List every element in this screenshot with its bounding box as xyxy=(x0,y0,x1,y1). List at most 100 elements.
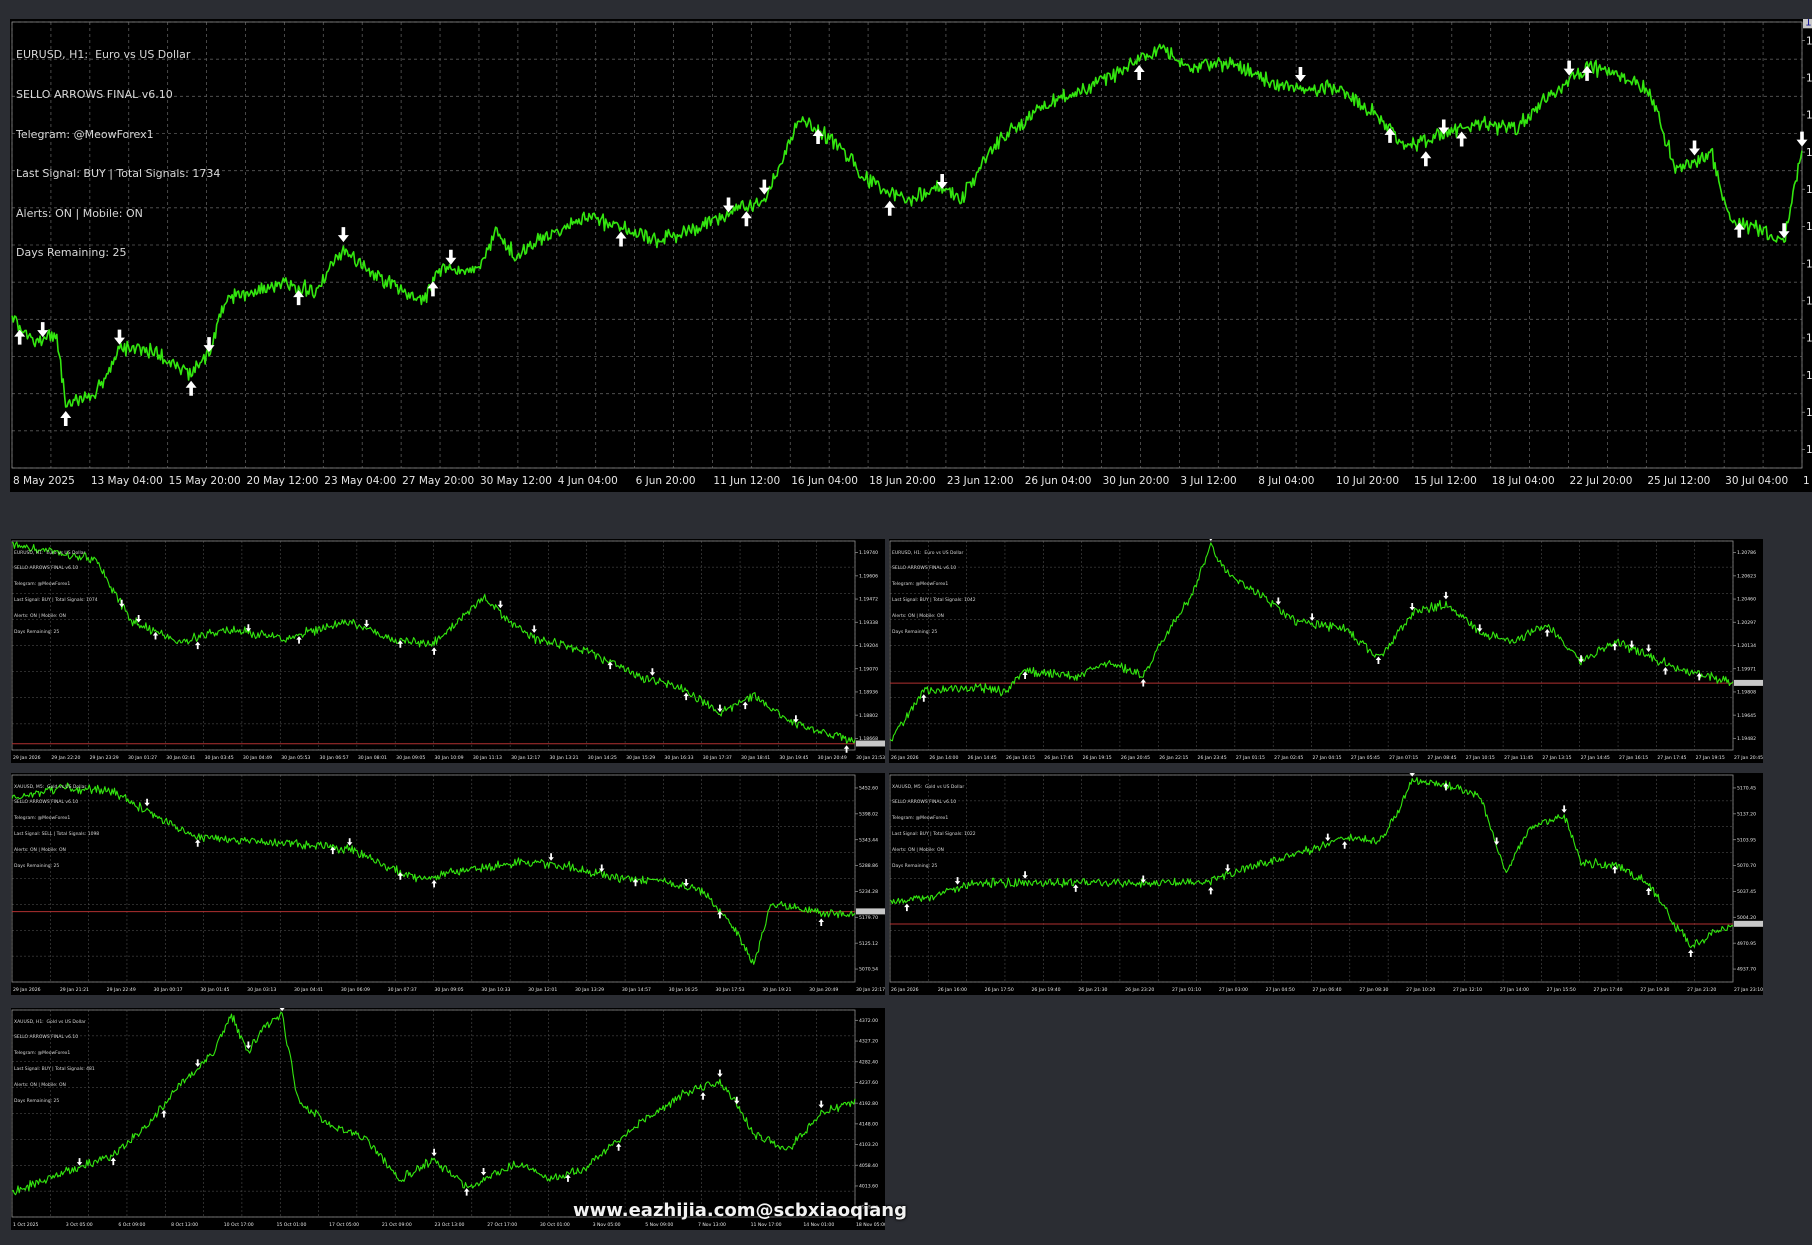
buy-arrow-icon xyxy=(1688,949,1694,958)
price-tag xyxy=(856,740,885,747)
sell-arrow-icon xyxy=(1275,597,1282,605)
chart-panel-xauusd-h1[interactable]: 1 Oct 2025 3 Oct 05:00 6 Oct 09:00 8 Oct 13… xyxy=(11,1008,885,1230)
y-axis: 1.19740 1.19606 1.19472 1.19338 1.19204 1.190… xyxy=(855,550,878,742)
y-tick-label: 1.19472 xyxy=(859,597,878,603)
info-line-days: Days Remaining: 25 xyxy=(892,630,938,636)
chart-info: EURUSD, H1: Euro vs US Dollar SELLO ARRO… xyxy=(892,540,976,646)
signal-arrows xyxy=(76,1008,824,1196)
sell-arrow-icon xyxy=(717,1069,723,1078)
x-tick-label: 11 Jun 12:00 xyxy=(713,475,780,487)
y-tick-label: 1.18802 xyxy=(859,713,878,719)
x-tick-label: 18 Jun 20:00 xyxy=(869,475,936,487)
y-tick-label: 1.19606 xyxy=(859,573,878,579)
y-tick-label: 5288.86 xyxy=(859,863,878,869)
y-tick-label: 5070.54 xyxy=(859,967,878,973)
x-tick-label: 27 Jan 02:45 xyxy=(1274,755,1303,761)
buy-arrow-icon xyxy=(615,1143,622,1151)
price-tag xyxy=(1734,920,1763,927)
x-tick-label: 30 May 12:00 xyxy=(480,475,552,487)
x-tick-label: 30 Jan 06:09 xyxy=(341,987,370,993)
x-tick-label: 23 Oct 13:00 xyxy=(435,1222,465,1228)
x-tick-label: 27 Jan 17:40 xyxy=(1594,987,1623,993)
grid xyxy=(11,1009,856,1218)
y-axis: 1. 1. 1. 1. 1. 1. 1. 1. 1. 1. 1. 1. xyxy=(1802,35,1812,456)
buy-arrow-icon xyxy=(194,641,201,650)
info-line-symbol: XAUUSD, M5: Gold vs US Dollar xyxy=(892,784,965,790)
x-tick-label: 1 Oct 2025 xyxy=(13,1222,39,1228)
x-tick-label: 29 Jan 22:49 xyxy=(107,987,136,993)
x-axis: 8 May 2025 13 May 04:00 15 May 20:00 20 May… xyxy=(13,475,1812,487)
main-chart[interactable]: 8 May 2025 13 May 04:00 15 May 20:00 20 May… xyxy=(10,19,1812,492)
chart-canvas[interactable]: 26 Jan 2026 26 Jan 16:00 26 Jan 17:50 26 Ja… xyxy=(889,773,1763,995)
x-tick-label: 26 Jan 2026 xyxy=(891,755,919,761)
x-tick-label: 26 Jan 17:45 xyxy=(1044,755,1073,761)
x-tick-label: 30 Jan 12:01 xyxy=(528,987,557,993)
info-line-indicator: SELLO ARROWS FINAL v6.10 xyxy=(14,566,79,572)
x-tick-label: 30 Jan 16:33 xyxy=(664,755,693,761)
chart-panel-eurusd-h1-b[interactable]: 26 Jan 2026 26 Jan 14:00 26 Jan 14:45 26 Ja… xyxy=(889,539,1763,763)
y-tick-label: 4372.00 xyxy=(859,1018,878,1024)
info-line-last-signal: Last Signal: SELL | Total Signals: 1098 xyxy=(14,832,100,838)
y-tick-label: 1. xyxy=(1806,295,1812,307)
buy-arrow-icon xyxy=(1375,656,1382,664)
chart-canvas[interactable]: 29 Jan 2026 29 Jan 22:20 29 Jan 23:29 30 Ja… xyxy=(11,539,885,763)
sell-arrow-icon xyxy=(531,625,537,633)
main-chart-canvas[interactable]: 8 May 2025 13 May 04:00 15 May 20:00 20 May… xyxy=(10,19,1812,492)
x-tick-label: 14 Nov 01:00 xyxy=(803,1222,834,1228)
x-tick-label: 30 Jan 11:13 xyxy=(473,755,502,761)
chart-panel-xauusd-m5-a[interactable]: 29 Jan 2026 29 Jan 21:21 29 Jan 22:49 30 Ja… xyxy=(11,773,885,995)
sell-arrow-icon xyxy=(118,599,125,608)
x-tick-label: 30 Jan 13:29 xyxy=(575,987,604,993)
grid xyxy=(11,774,856,983)
x-tick-label: 30 Jan 12:17 xyxy=(511,755,540,761)
x-tick-label: 27 Jan 10:20 xyxy=(1406,987,1435,993)
sell-arrow-icon xyxy=(1309,613,1315,621)
y-tick-label: 4058.40 xyxy=(859,1163,878,1169)
signal-arrows xyxy=(14,60,1808,426)
y-tick-label: 1.19645 xyxy=(1737,713,1756,719)
x-tick-label: 30 Oct 01:00 xyxy=(540,1222,570,1228)
x-tick-label: 27 Jan 21:20 xyxy=(1687,987,1716,993)
info-line-indicator: SELLO ARROWS FINAL v6.10 xyxy=(892,566,957,572)
chart-canvas[interactable]: 26 Jan 2026 26 Jan 14:00 26 Jan 14:45 26 Ja… xyxy=(889,539,1763,763)
x-tick-label: 27 Jan 04:50 xyxy=(1266,987,1295,993)
sell-arrow-icon xyxy=(337,227,349,243)
x-tick-label: 30 Jan 13:21 xyxy=(549,755,578,761)
x-tick-label: 26 Jan 14:45 xyxy=(968,755,997,761)
signal-arrows xyxy=(118,599,850,753)
x-tick-label: 27 Jan 11:45 xyxy=(1504,755,1533,761)
x-tick-label: 18 Jul 04:00 xyxy=(1492,475,1555,487)
info-line-last-signal: Last Signal: BUY | Total Signals: 481 xyxy=(14,1067,95,1073)
x-tick-label: 26 Jan 20:45 xyxy=(1121,755,1150,761)
x-tick-label: 30 Jan 10:33 xyxy=(481,987,510,993)
signal-arrows xyxy=(904,773,1694,958)
buy-arrow-icon xyxy=(904,903,910,912)
chart-canvas[interactable]: 1 Oct 2025 3 Oct 05:00 6 Oct 09:00 8 Oct 13… xyxy=(11,1008,885,1230)
x-axis: 26 Jan 2026 26 Jan 14:00 26 Jan 14:45 26 Ja… xyxy=(891,755,1763,761)
chart-panel-xauusd-m5-b[interactable]: 26 Jan 2026 26 Jan 16:00 26 Jan 17:50 26 Ja… xyxy=(889,773,1763,995)
y-tick-label: 1. xyxy=(1806,72,1812,84)
sell-arrow-icon xyxy=(548,853,554,861)
sell-arrow-icon xyxy=(76,1158,83,1166)
info-line-telegram: Telegram: @MeowForex1 xyxy=(16,127,154,141)
y-tick-label: 1.19971 xyxy=(1737,666,1756,672)
x-tick-label: 1 Au xyxy=(1803,475,1812,487)
y-tick-label: 5037.45 xyxy=(1737,889,1756,895)
x-tick-label: 30 Jan 10:09 xyxy=(435,755,464,761)
sell-arrow-icon xyxy=(194,1059,201,1067)
y-tick-label: 5103.95 xyxy=(1737,837,1756,843)
sell-arrow-icon xyxy=(497,600,504,609)
sell-arrow-icon xyxy=(1022,871,1028,879)
y-tick-label: 1. xyxy=(1806,370,1812,382)
grid xyxy=(11,21,1803,469)
x-tick-label: 25 Jul 12:00 xyxy=(1647,475,1710,487)
buy-arrow-icon xyxy=(1208,886,1214,895)
x-tick-label: 27 Jan 01:10 xyxy=(1172,987,1201,993)
chart-canvas[interactable]: 29 Jan 2026 29 Jan 21:21 29 Jan 22:49 30 Ja… xyxy=(11,773,885,995)
x-axis: 29 Jan 2026 29 Jan 21:21 29 Jan 22:49 30 Ja… xyxy=(13,987,885,993)
watermark-text: www.eazhijia.com@scbxiaoqiang xyxy=(573,1200,907,1221)
x-tick-label: 30 Jul 04:00 xyxy=(1725,475,1788,487)
info-line-alerts: Alerts: ON | Mobile: ON xyxy=(892,848,944,854)
x-tick-label: 30 Jan 14:25 xyxy=(588,755,617,761)
chart-panel-eurusd-h1-a[interactable]: 29 Jan 2026 29 Jan 22:20 29 Jan 23:29 30 Ja… xyxy=(11,539,885,763)
